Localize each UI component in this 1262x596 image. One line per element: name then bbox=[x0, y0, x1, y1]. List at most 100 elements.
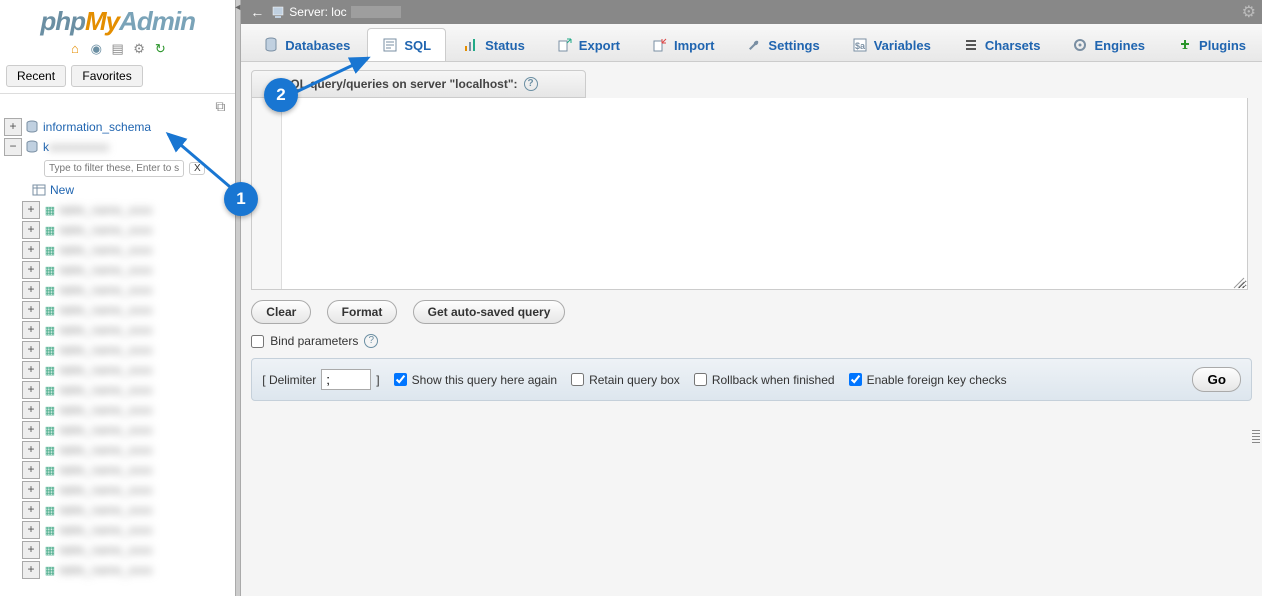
tab-plugins[interactable]: Plugins bbox=[1162, 28, 1261, 61]
table-row[interactable]: table_name_xxxx bbox=[59, 383, 152, 397]
table-struct-icon[interactable]: ▦ bbox=[43, 404, 57, 417]
table-row[interactable]: table_name_xxxx bbox=[59, 563, 152, 577]
tab-databases[interactable]: Databases bbox=[248, 28, 365, 61]
table-struct-icon[interactable]: ▦ bbox=[43, 304, 57, 317]
table-row[interactable]: table_name_xxxx bbox=[59, 523, 152, 537]
refresh-icon[interactable]: ↻ bbox=[152, 41, 168, 57]
tab-status[interactable]: Status bbox=[448, 28, 540, 61]
home-icon[interactable]: ⌂ bbox=[67, 41, 83, 57]
expand-icon[interactable]: + bbox=[22, 501, 40, 519]
resize-handle-icon[interactable] bbox=[1231, 275, 1245, 289]
table-struct-icon[interactable]: ▦ bbox=[43, 264, 57, 277]
show-again-checkbox[interactable] bbox=[394, 373, 407, 386]
table-struct-icon[interactable]: ▦ bbox=[43, 484, 57, 497]
panel-resize-handle[interactable] bbox=[1252, 430, 1260, 444]
settings-gear-icon[interactable]: ⚙ bbox=[1242, 2, 1256, 22]
table-struct-icon[interactable]: ▦ bbox=[43, 464, 57, 477]
tab-variables[interactable]: $aVariables bbox=[837, 28, 946, 61]
table-struct-icon[interactable]: ▦ bbox=[43, 204, 57, 217]
collapse-icon[interactable]: − bbox=[4, 138, 22, 156]
retain-checkbox[interactable] bbox=[571, 373, 584, 386]
table-row[interactable]: table_name_xxxx bbox=[59, 423, 152, 437]
table-struct-icon[interactable]: ▦ bbox=[43, 364, 57, 377]
breadcrumb-server[interactable]: Server: loc bbox=[289, 5, 346, 19]
expand-icon[interactable]: + bbox=[4, 118, 22, 136]
table-struct-icon[interactable]: ▦ bbox=[43, 564, 57, 577]
expand-icon[interactable]: + bbox=[22, 301, 40, 319]
table-row[interactable]: table_name_xxxx bbox=[59, 343, 152, 357]
expand-icon[interactable]: + bbox=[22, 361, 40, 379]
format-button[interactable]: Format bbox=[327, 300, 398, 324]
expand-icon[interactable]: + bbox=[22, 341, 40, 359]
expand-icon[interactable]: + bbox=[22, 261, 40, 279]
go-button[interactable]: Go bbox=[1192, 367, 1241, 392]
table-struct-icon[interactable]: ▦ bbox=[43, 544, 57, 557]
gear-icon[interactable]: ⚙ bbox=[131, 41, 147, 57]
table-row[interactable]: table_name_xxxx bbox=[59, 323, 152, 337]
expand-icon[interactable]: + bbox=[22, 421, 40, 439]
sql-icon[interactable]: ▤ bbox=[110, 41, 126, 57]
table-row[interactable]: table_name_xxxx bbox=[59, 483, 152, 497]
table-struct-icon[interactable]: ▦ bbox=[43, 424, 57, 437]
expand-icon[interactable]: + bbox=[22, 541, 40, 559]
expand-icon[interactable]: + bbox=[22, 481, 40, 499]
rollback-checkbox[interactable] bbox=[694, 373, 707, 386]
table-row[interactable]: table_name_xxxx bbox=[59, 503, 152, 517]
clear-button[interactable]: Clear bbox=[251, 300, 311, 324]
filter-clear-button[interactable]: X bbox=[189, 162, 205, 175]
expand-icon[interactable]: + bbox=[22, 561, 40, 579]
tab-engines[interactable]: Engines bbox=[1057, 28, 1160, 61]
recent-button[interactable]: Recent bbox=[6, 65, 66, 87]
filter-input[interactable] bbox=[44, 160, 184, 177]
expand-icon[interactable]: + bbox=[22, 381, 40, 399]
table-row[interactable]: table_name_xxxx bbox=[59, 223, 152, 237]
table-struct-icon[interactable]: ▦ bbox=[43, 504, 57, 517]
table-struct-icon[interactable]: ▦ bbox=[43, 324, 57, 337]
help-icon[interactable]: ◉ bbox=[88, 41, 104, 57]
table-row[interactable]: table_name_xxxx bbox=[59, 463, 152, 477]
db-selected[interactable]: kxxxxxxxxxx bbox=[43, 140, 109, 154]
fk-checkbox[interactable] bbox=[849, 373, 862, 386]
new-table-link[interactable]: New bbox=[50, 183, 74, 197]
get-autosaved-button[interactable]: Get auto-saved query bbox=[413, 300, 566, 324]
table-struct-icon[interactable]: ▦ bbox=[43, 224, 57, 237]
table-row[interactable]: table_name_xxxx bbox=[59, 303, 152, 317]
tab-settings[interactable]: Settings bbox=[731, 28, 834, 61]
expand-icon[interactable]: + bbox=[22, 201, 40, 219]
table-row[interactable]: table_name_xxxx bbox=[59, 443, 152, 457]
table-struct-icon[interactable]: ▦ bbox=[43, 384, 57, 397]
back-icon[interactable]: ← bbox=[247, 4, 267, 20]
table-struct-icon[interactable]: ▦ bbox=[43, 244, 57, 257]
expand-icon[interactable]: + bbox=[22, 241, 40, 259]
table-struct-icon[interactable]: ▦ bbox=[43, 284, 57, 297]
table-row[interactable]: table_name_xxxx bbox=[59, 263, 152, 277]
expand-icon[interactable]: + bbox=[22, 221, 40, 239]
delimiter-input[interactable] bbox=[321, 369, 371, 390]
table-struct-icon[interactable]: ▦ bbox=[43, 344, 57, 357]
bind-parameters-checkbox[interactable] bbox=[251, 335, 264, 348]
table-row[interactable]: table_name_xxxx bbox=[59, 543, 152, 557]
table-row[interactable]: table_name_xxxx bbox=[59, 203, 152, 217]
table-struct-icon[interactable]: ▦ bbox=[43, 444, 57, 457]
tab-charsets[interactable]: Charsets bbox=[948, 28, 1056, 61]
expand-icon[interactable]: + bbox=[22, 401, 40, 419]
expand-icon[interactable]: + bbox=[22, 321, 40, 339]
logo[interactable]: phpMyAdmin bbox=[0, 0, 235, 39]
expand-icon[interactable]: + bbox=[22, 281, 40, 299]
db-information-schema[interactable]: information_schema bbox=[43, 120, 151, 134]
help-icon[interactable]: ? bbox=[364, 334, 378, 348]
favorites-button[interactable]: Favorites bbox=[71, 65, 142, 87]
tab-sql[interactable]: SQL bbox=[367, 28, 446, 61]
tab-export[interactable]: Export bbox=[542, 28, 635, 61]
table-row[interactable]: table_name_xxxx bbox=[59, 243, 152, 257]
tab-import[interactable]: Import bbox=[637, 28, 729, 61]
table-row[interactable]: table_name_xxxx bbox=[59, 363, 152, 377]
sql-editor[interactable]: 1 bbox=[251, 98, 1248, 290]
expand-icon[interactable]: + bbox=[22, 521, 40, 539]
table-row[interactable]: table_name_xxxx bbox=[59, 283, 152, 297]
link-icon[interactable]: ⧉ bbox=[0, 94, 235, 117]
table-row[interactable]: table_name_xxxx bbox=[59, 403, 152, 417]
expand-icon[interactable]: + bbox=[22, 461, 40, 479]
help-icon[interactable]: ? bbox=[524, 77, 538, 91]
table-struct-icon[interactable]: ▦ bbox=[43, 524, 57, 537]
